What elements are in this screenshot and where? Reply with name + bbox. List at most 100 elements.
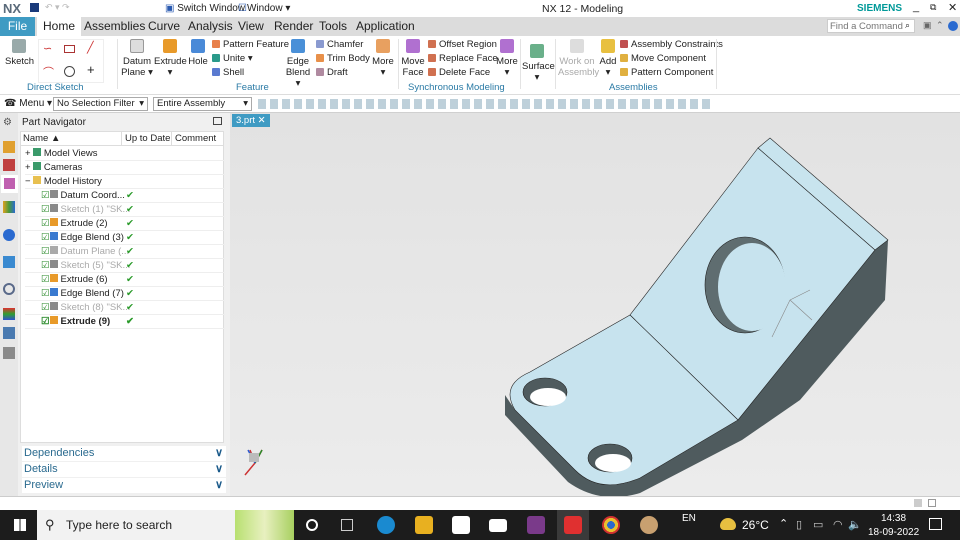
surface-button[interactable]: Surface ▾: [522, 44, 555, 83]
chamfer-button[interactable]: Chamfer: [316, 39, 363, 50]
rectangle-icon[interactable]: [64, 45, 75, 53]
expand-toggle-icon[interactable]: +: [25, 148, 31, 159]
checkbox-icon[interactable]: ☑: [41, 288, 50, 299]
checkbox-icon[interactable]: ☑: [41, 190, 50, 201]
mail-icon[interactable]: [489, 519, 507, 532]
notification-icon[interactable]: [929, 518, 942, 530]
file-explorer-icon[interactable]: [415, 516, 433, 534]
chrome-icon[interactable]: [602, 516, 620, 534]
tab-home[interactable]: Home: [37, 17, 82, 36]
cortana-icon[interactable]: [306, 519, 318, 531]
assembly-navigator-icon[interactable]: [3, 141, 15, 153]
column-name[interactable]: Name ▲: [23, 132, 60, 146]
feature-row[interactable]: ☑ Extrude (2) ✔: [25, 217, 225, 231]
feature-row[interactable]: ☑ Datum Coord... ✔: [25, 189, 225, 203]
meet-now-icon[interactable]: ▯: [796, 518, 802, 531]
delete-face-button[interactable]: Delete Face: [428, 67, 490, 78]
menu-button[interactable]: ☎ Menu ▾: [4, 98, 52, 109]
panel-preview[interactable]: Preview ∨: [22, 478, 226, 493]
feature-row[interactable]: ☑ Sketch (1) "SK... ✔: [25, 203, 225, 217]
undo-icon[interactable]: ↶ ▾ ↷: [45, 2, 70, 13]
weather-icon[interactable]: [720, 518, 736, 530]
show-hidden-icons[interactable]: ⌃: [779, 517, 788, 530]
column-up-to-date[interactable]: Up to Date: [121, 132, 170, 146]
weather-temperature[interactable]: 26°C: [742, 518, 769, 532]
pattern-feature-button[interactable]: Pattern Feature: [212, 39, 289, 50]
point-icon[interactable]: +: [87, 62, 95, 77]
language-indicator[interactable]: EN: [682, 513, 696, 524]
window-menu[interactable]: ☐Window ▾: [238, 3, 290, 14]
feature-row[interactable]: ☑ Sketch (8) "SK... ✔: [25, 301, 225, 315]
task-view-icon[interactable]: [341, 519, 353, 531]
store-icon[interactable]: [452, 516, 470, 534]
checkbox-icon[interactable]: ☑: [41, 302, 50, 313]
system-scenes-icon[interactable]: [3, 347, 15, 359]
sketch-button[interactable]: Sketch: [5, 39, 34, 67]
feature-row[interactable]: ☑ Extrude (9) ✔: [25, 315, 225, 329]
find-command-input[interactable]: [827, 19, 915, 33]
tab-view[interactable]: View: [232, 17, 270, 36]
trim-body-button[interactable]: Trim Body: [316, 53, 370, 64]
battery-icon[interactable]: ▭: [813, 518, 823, 531]
minimize-button[interactable]: _: [913, 1, 919, 13]
assembly-constraints-button[interactable]: Assembly Constraints: [620, 39, 723, 50]
tab-tools[interactable]: Tools: [313, 17, 353, 36]
unite-button[interactable]: Unite ▾: [212, 53, 253, 64]
history-icon[interactable]: [3, 283, 15, 295]
edge-blend-button[interactable]: Edge Blend ▾: [283, 39, 313, 89]
tab-file[interactable]: File: [0, 17, 35, 36]
part-navigator-tab[interactable]: [1, 175, 18, 193]
column-comment[interactable]: Comment: [171, 132, 216, 146]
extrude-button[interactable]: Extrude ▾: [154, 39, 187, 78]
datum-plane-button[interactable]: Datum Plane ▾: [121, 39, 153, 78]
feature-row[interactable]: ☑ Edge Blend (7) ✔: [25, 287, 225, 301]
add-component-button[interactable]: Add ▾: [598, 39, 618, 78]
arc-icon[interactable]: ⌒: [43, 64, 54, 80]
ribbon-options-icon[interactable]: ▣: [923, 20, 932, 31]
web-browser-icon[interactable]: [3, 256, 15, 268]
constraint-navigator-icon[interactable]: [3, 159, 15, 171]
feature-row[interactable]: ☑ Extrude (6) ✔: [25, 273, 225, 287]
profile-icon[interactable]: ∽: [43, 42, 52, 55]
volume-icon[interactable]: 🔈: [848, 518, 862, 531]
panel-details[interactable]: Details ∨: [22, 462, 226, 477]
tab-application[interactable]: Application: [350, 17, 421, 36]
wifi-icon[interactable]: ◠: [833, 518, 843, 531]
work-on-assembly-button[interactable]: Work on Assembly: [558, 39, 599, 78]
tree-node[interactable]: + Cameras: [25, 161, 225, 175]
checkbox-icon[interactable]: ☑: [41, 274, 50, 285]
windows-start-icon[interactable]: [14, 519, 26, 531]
help-icon[interactable]: [948, 21, 958, 31]
clock-time[interactable]: 14:38: [881, 513, 906, 524]
replace-face-button[interactable]: Replace Face: [428, 53, 498, 64]
save-icon[interactable]: [30, 3, 39, 12]
expand-toggle-icon[interactable]: −: [25, 176, 31, 187]
hole-button[interactable]: Hole: [187, 39, 209, 67]
move-component-button[interactable]: Move Component: [620, 53, 706, 64]
switch-window-button[interactable]: ▣ Switch Window: [165, 3, 245, 14]
graphics-window[interactable]: 3.prt ✕: [230, 113, 960, 496]
circle-icon[interactable]: [64, 66, 75, 77]
checkbox-icon[interactable]: ☑: [41, 232, 50, 243]
offset-region-button[interactable]: Offset Region: [428, 39, 497, 50]
panel-dependencies[interactable]: Dependencies ∨: [22, 446, 226, 461]
move-face-button[interactable]: Move Face: [401, 39, 425, 78]
draft-button[interactable]: Draft: [316, 67, 348, 78]
tab-analysis[interactable]: Analysis: [182, 17, 239, 36]
checkbox-icon[interactable]: ☑: [41, 218, 50, 229]
status-icon[interactable]: [914, 499, 922, 507]
close-button[interactable]: ✕: [948, 1, 957, 14]
checkbox-icon[interactable]: ☑: [41, 204, 50, 215]
roles-icon[interactable]: [3, 327, 15, 339]
shell-button[interactable]: Shell: [212, 67, 244, 78]
hd3d-tools-icon[interactable]: [3, 229, 15, 241]
feature-more-button[interactable]: More ▾: [371, 39, 395, 78]
paint-icon[interactable]: [640, 516, 658, 534]
pattern-component-button[interactable]: Pattern Component: [620, 67, 713, 78]
maximize-panel-icon[interactable]: [213, 117, 222, 125]
feature-row[interactable]: ☑ Edge Blend (3) ✔: [25, 231, 225, 245]
snap-tools-icons[interactable]: [258, 99, 713, 109]
winrar-icon[interactable]: [527, 516, 545, 534]
restore-button[interactable]: ⧉: [930, 2, 936, 13]
fullscreen-icon[interactable]: [928, 499, 936, 507]
